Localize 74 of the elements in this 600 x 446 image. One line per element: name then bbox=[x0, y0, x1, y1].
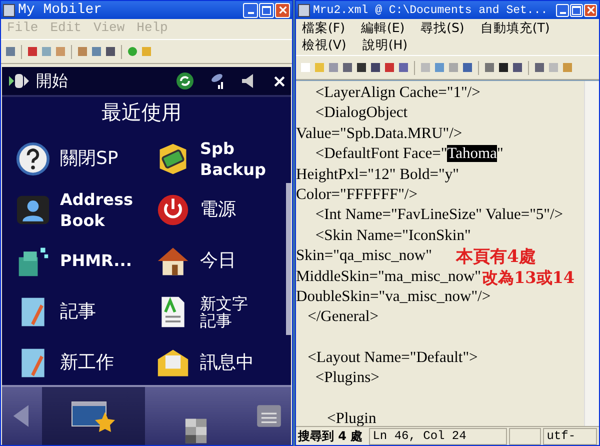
window-title: Mru2.xml @ C:\Documents and Set... bbox=[313, 4, 549, 16]
app-shortcut[interactable]: 新文字記事 bbox=[156, 286, 282, 337]
favorites-tab[interactable] bbox=[42, 387, 144, 445]
maximize-button[interactable] bbox=[259, 2, 274, 18]
minimize-button[interactable] bbox=[243, 2, 258, 18]
window-star-icon bbox=[71, 400, 116, 432]
close-icon bbox=[586, 6, 594, 14]
code-line: <Skin Name="IconSkin" bbox=[314, 226, 471, 244]
code-line: <Int Name="FavLineSize" Value="5"/> bbox=[314, 206, 564, 224]
checker-icon bbox=[182, 418, 209, 444]
start-label[interactable]: 開始 bbox=[36, 70, 68, 92]
section-title: 最近使用 bbox=[100, 99, 182, 126]
app-shortcut[interactable]: Address Book bbox=[16, 184, 156, 235]
menu-item[interactable]: 尋找(S) bbox=[420, 20, 464, 37]
code-line: <DefaultFont Face="Tahoma" bbox=[314, 145, 504, 162]
menu-item[interactable]: 編輯(E) bbox=[360, 20, 405, 37]
window-app-icon bbox=[298, 4, 310, 16]
toolbar-icon[interactable] bbox=[370, 62, 381, 73]
app-shortcut[interactable]: 關閉SP bbox=[16, 133, 156, 184]
code-line: HeightPxl="12" Bold="y" bbox=[296, 166, 459, 183]
app-label: Spb Backup bbox=[200, 138, 267, 180]
maximize-button[interactable] bbox=[570, 4, 583, 16]
power-icon bbox=[156, 192, 190, 226]
code-line: Value="Spb.Data.MRU"/> bbox=[296, 124, 462, 142]
handwritten-note: 改為13或14 bbox=[482, 268, 575, 288]
app-shortcut[interactable]: 電源 bbox=[156, 184, 282, 235]
menu-item[interactable]: 檢視(V) bbox=[302, 37, 346, 54]
app-label: 電源 bbox=[200, 199, 236, 220]
encoding-label: utf- bbox=[542, 428, 597, 444]
toolbar-icon[interactable] bbox=[512, 62, 523, 73]
window-app-icon bbox=[3, 4, 15, 16]
code-line: <DialogObject bbox=[314, 104, 408, 122]
app-shortcut[interactable]: 記事 bbox=[16, 286, 156, 337]
app-label: Address Book bbox=[60, 188, 134, 230]
menu-item[interactable]: 自動填充(T) bbox=[480, 20, 550, 37]
help-icon bbox=[16, 142, 50, 176]
close-button[interactable] bbox=[275, 2, 290, 18]
scrollbar[interactable] bbox=[584, 81, 599, 426]
menu-item[interactable]: 說明(H) bbox=[362, 37, 408, 54]
code-line: Skin="qa_misc_now" bbox=[296, 247, 432, 264]
app-label: 關閉SP bbox=[60, 148, 118, 169]
app-shortcut[interactable]: 新工作 bbox=[16, 337, 156, 385]
handwritten-note: 本頁有4處 bbox=[456, 247, 536, 267]
app-label: 記事 bbox=[60, 301, 96, 322]
code-line: MiddleSkin="ma_misc_now" bbox=[296, 268, 482, 285]
cursor-position: Ln 46, Col 24 bbox=[368, 428, 507, 444]
app-label: PHMR... bbox=[60, 250, 132, 271]
app-label: 今日 bbox=[200, 250, 236, 271]
code-line: </General> bbox=[306, 308, 378, 326]
minimize-button[interactable] bbox=[556, 4, 569, 16]
app-shortcut[interactable]: 今日 bbox=[156, 235, 282, 286]
scrollbar[interactable] bbox=[286, 183, 291, 335]
app-label: 新工作 bbox=[60, 352, 114, 373]
app-shortcut[interactable]: PHMR... bbox=[16, 235, 156, 286]
code-line: <Layout Name="Default"> bbox=[306, 349, 478, 366]
close-icon bbox=[278, 6, 286, 14]
toolbar-icon[interactable] bbox=[498, 62, 509, 73]
code-line: <LayerAlign Cache="1"/> bbox=[314, 84, 480, 101]
window-title: My Mobiler bbox=[18, 2, 104, 18]
list-icon bbox=[256, 403, 282, 429]
menu-item[interactable]: 檔案(F) bbox=[302, 20, 345, 37]
code-line: <Plugins> bbox=[314, 369, 380, 386]
app-label: 新文字記事 bbox=[200, 294, 249, 328]
close-button[interactable] bbox=[584, 4, 597, 16]
start-icon[interactable] bbox=[8, 73, 30, 89]
app-shortcut[interactable]: Spb Backup bbox=[156, 133, 282, 184]
app-label: 訊息中 bbox=[200, 352, 254, 373]
close-icon[interactable] bbox=[274, 76, 285, 86]
code-line: Color="FFFFFF"/> bbox=[296, 186, 418, 203]
status-text: 搜尋到 4 處 bbox=[298, 428, 364, 444]
toolbar-icon[interactable] bbox=[356, 62, 367, 73]
app-shortcut[interactable]: 訊息中 bbox=[156, 337, 282, 385]
sync-icon[interactable] bbox=[176, 72, 194, 90]
code-line: DoubleSkin="va_misc_now"/> bbox=[296, 288, 491, 305]
